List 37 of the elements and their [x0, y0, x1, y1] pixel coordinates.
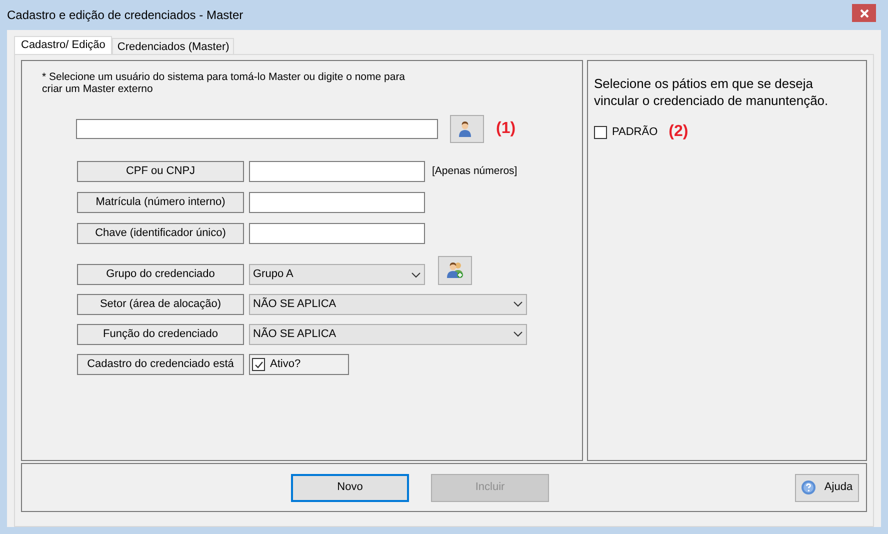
- users-add-icon: [446, 261, 464, 279]
- text-field[interactable]: [249, 161, 425, 182]
- tab[interactable]: Cadastro/ Edição: [14, 36, 112, 54]
- text-field[interactable]: [249, 223, 425, 244]
- add-group-button[interactable]: [438, 256, 472, 284]
- field-label: Cadastro do credenciado está: [77, 354, 244, 375]
- field-label: Grupo do credenciado: [77, 264, 244, 285]
- select-user-button[interactable]: [450, 115, 484, 143]
- field-label: Função do credenciado: [77, 324, 244, 344]
- marker-label: (1): [496, 119, 516, 139]
- chevron-down-icon: [513, 301, 523, 307]
- user-name-field[interactable]: [76, 119, 438, 139]
- tab[interactable]: Credenciados (Master): [112, 38, 234, 54]
- dropdown[interactable]: NÃO SE APLICA: [249, 294, 527, 314]
- yards-instruction: Selecione os pátios em que se deseja vincular o credenciado de manuntenção.: [594, 75, 830, 109]
- marker-label: (2): [668, 122, 688, 142]
- text-field[interactable]: [249, 192, 425, 213]
- field-label: CPF ou CNPJ: [77, 161, 244, 182]
- help-icon: [801, 480, 816, 495]
- checkbox[interactable]: [594, 126, 607, 138]
- close-button[interactable]: [852, 4, 876, 22]
- action-button[interactable]: Novo: [291, 474, 409, 502]
- field-label: Setor (área de alocação): [77, 294, 244, 314]
- field-label: Matrícula (número interno): [77, 192, 244, 213]
- help-button[interactable]: Ajuda: [795, 474, 859, 502]
- dropdown[interactable]: Grupo A: [249, 264, 425, 285]
- chevron-down-icon: [411, 272, 421, 278]
- hint-text: [Apenas números]: [432, 164, 518, 179]
- checkbox[interactable]: [252, 358, 265, 371]
- close-icon: [860, 8, 868, 18]
- field-label: Chave (identificador único): [77, 223, 244, 244]
- chevron-down-icon: [513, 331, 523, 337]
- instruction-text: * Selecione um usuário do sistema para tomá-lo Master ou digite o nome para criar um Master externo: [42, 71, 406, 95]
- yard-label: PADRÃO: [612, 124, 658, 140]
- checkbox-label: Ativo?: [270, 357, 301, 372]
- dropdown[interactable]: NÃO SE APLICA: [249, 324, 527, 344]
- window-title: Cadastro e edição de credenciados - Master: [7, 7, 244, 24]
